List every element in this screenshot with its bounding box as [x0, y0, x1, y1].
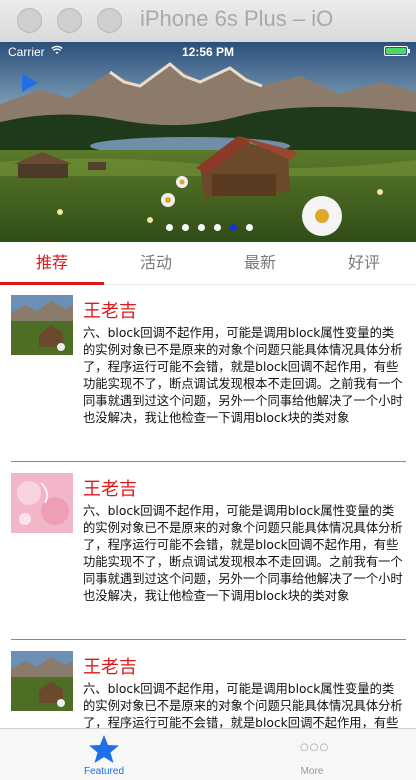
item-title: 王老吉: [83, 301, 137, 322]
page-dot[interactable]: [198, 224, 205, 231]
page-dot[interactable]: [182, 224, 189, 231]
tabbar-item-featured[interactable]: Featured: [0, 729, 208, 780]
tab-top-rated[interactable]: 好评: [312, 242, 416, 284]
tab-recommended[interactable]: 推荐: [0, 242, 104, 284]
tabbar-item-more[interactable]: ○○○ More: [208, 729, 416, 780]
page-dot[interactable]: [166, 224, 173, 231]
tab-latest[interactable]: 最新: [208, 242, 312, 284]
tabbar-label: Featured: [83, 766, 125, 777]
item-title: 王老吉: [83, 657, 137, 678]
simulator-titlebar: iPhone 6s Plus – iO: [0, 0, 416, 43]
item-thumbnail: [11, 295, 73, 355]
list-item[interactable]: 王老吉 六、block回调不起作用，可能是调用block属性变量的类的实例对象已…: [0, 284, 416, 462]
page-dot[interactable]: [214, 224, 221, 231]
zoom-window-button[interactable]: [97, 8, 122, 33]
list-item[interactable]: 王老吉 六、block回调不起作用，可能是调用block属性变量的类的实例对象已…: [0, 640, 416, 728]
content-list[interactable]: 王老吉 六、block回调不起作用，可能是调用block属性变量的类的实例对象已…: [0, 284, 416, 728]
more-icon: ○○○: [300, 742, 330, 753]
item-thumbnail: [11, 651, 73, 711]
play-icon[interactable]: [22, 74, 38, 92]
page-dot[interactable]: [246, 224, 253, 231]
item-description: 六、block回调不起作用，可能是调用block属性变量的类的实例对象已不是原来…: [83, 326, 403, 425]
close-window-button[interactable]: [17, 8, 42, 33]
window-title: iPhone 6s Plus – iO: [140, 6, 334, 31]
page-dot-active[interactable]: [230, 224, 237, 231]
phone-screen: Carrier 12:56 PM 推荐 活动 最新 好评 王老吉 六、block…: [0, 42, 416, 780]
banner-image: [0, 42, 416, 242]
star-icon: [89, 735, 119, 763]
tabbar-label: More: [300, 766, 324, 777]
item-description: 六、block回调不起作用，可能是调用block属性变量的类的实例对象已不是原来…: [83, 682, 403, 728]
minimize-window-button[interactable]: [57, 8, 82, 33]
bottom-tab-bar: Featured ○○○ More: [0, 728, 416, 780]
item-description: 六、block回调不起作用，可能是调用block属性变量的类的实例对象已不是原来…: [83, 504, 403, 603]
status-time: 12:56 PM: [181, 45, 235, 59]
battery-icon: [384, 46, 410, 56]
list-item[interactable]: 王老吉 六、block回调不起作用，可能是调用block属性变量的类的实例对象已…: [0, 462, 416, 640]
banner-carousel[interactable]: Carrier 12:56 PM: [0, 42, 416, 242]
status-bar: Carrier 12:56 PM: [0, 42, 416, 62]
tab-events[interactable]: 活动: [104, 242, 208, 284]
item-title: 王老吉: [83, 479, 137, 500]
item-thumbnail: [11, 473, 73, 533]
category-tabs: 推荐 活动 最新 好评: [0, 242, 416, 285]
